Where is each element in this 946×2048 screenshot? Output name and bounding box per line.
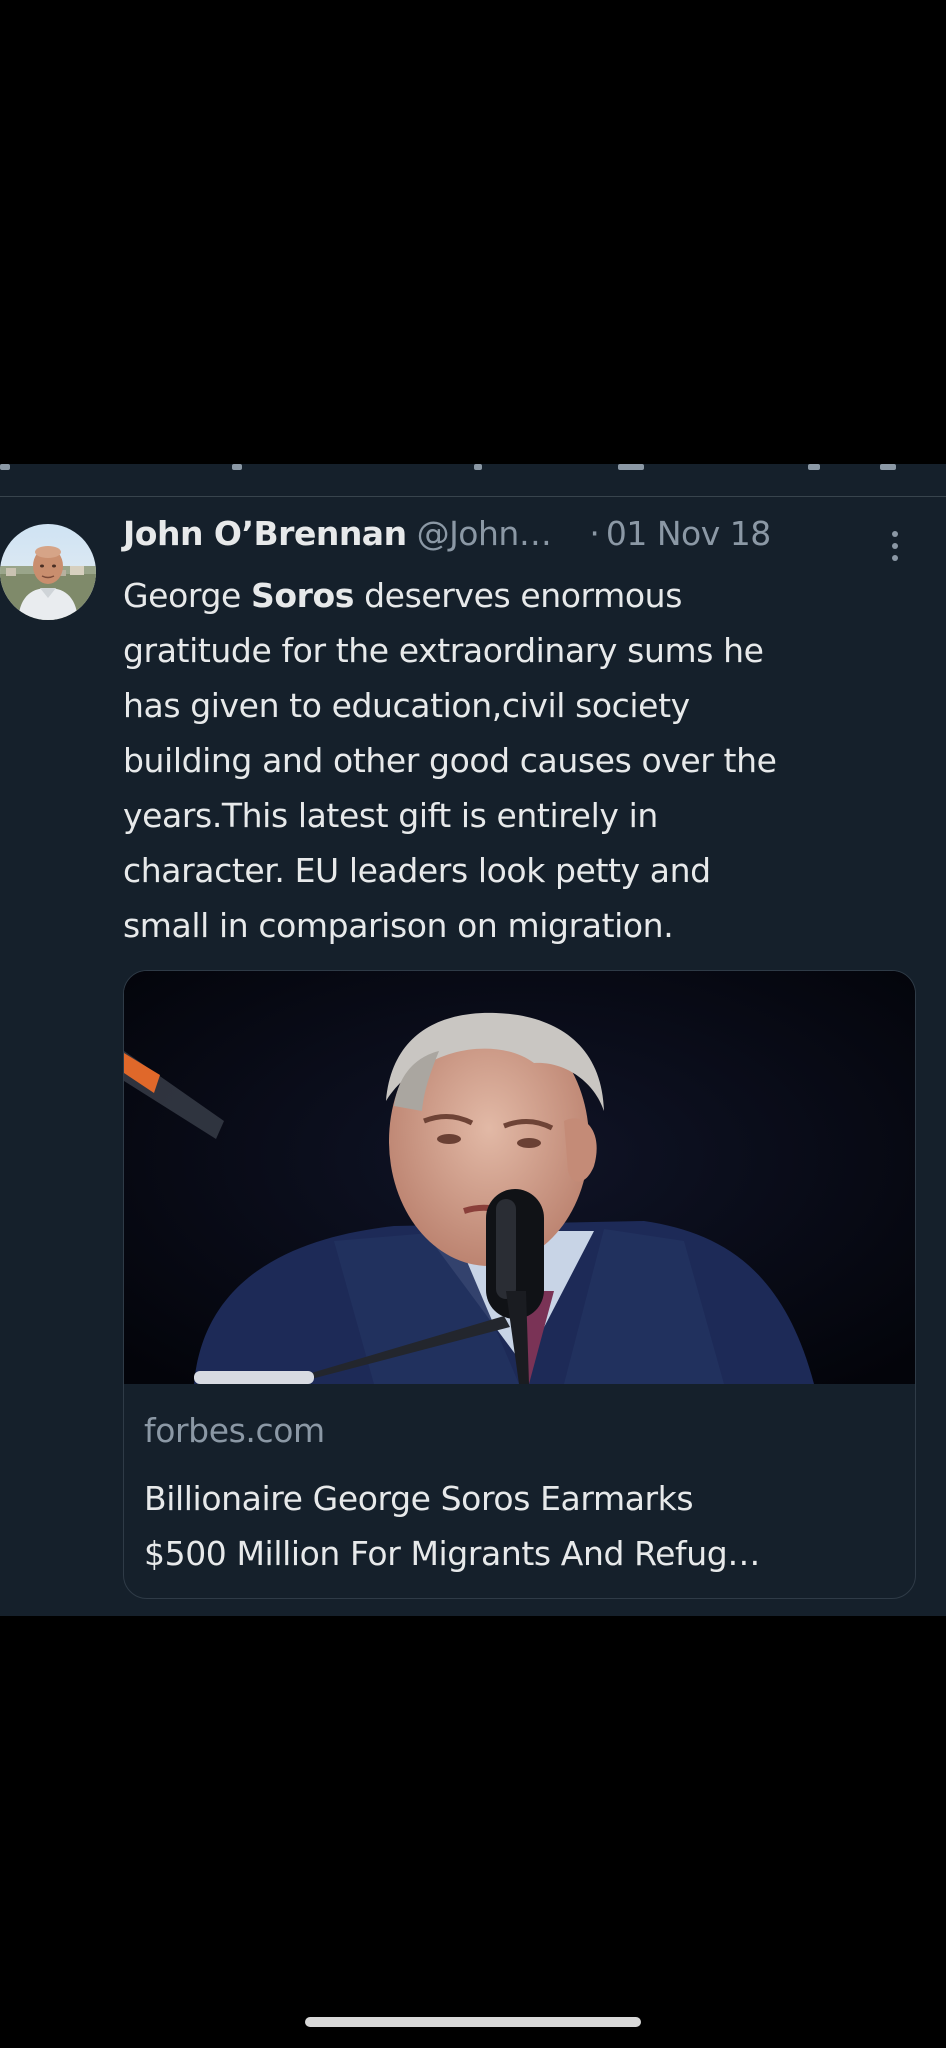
author-handle[interactable]: @John… — [417, 514, 552, 553]
author-avatar[interactable] — [0, 524, 96, 620]
tweet-text-line: has given to education,civil society — [123, 686, 690, 725]
cut-off-previous-content — [0, 464, 946, 496]
tweet-text: George Soros deserves enormous gratitude… — [123, 568, 923, 953]
more-vertical-icon[interactable] — [880, 526, 910, 566]
tweet-panel: John O’Brennan @John… · 01 Nov 18 George… — [0, 464, 946, 1616]
tweet-header: John O’Brennan @John… · 01 Nov 18 — [123, 514, 913, 568]
top-black-area — [0, 0, 946, 464]
tweet-date[interactable]: 01 Nov 18 — [606, 514, 771, 553]
header-separator: · — [589, 514, 600, 553]
tweet-text-line: character. EU leaders look petty and — [123, 851, 711, 890]
link-preview-image[interactable] — [124, 971, 915, 1384]
tweet-text-line: years.This latest gift is entirely in — [123, 796, 658, 835]
link-preview-card[interactable]: forbes.com Billionaire George Soros Earm… — [123, 970, 916, 1599]
link-domain: forbes.com — [144, 1411, 325, 1450]
tweet-text-line: building and other good causes over the — [123, 741, 777, 780]
link-title-line: $500 Million For Migrants And Refug… — [144, 1534, 760, 1573]
tweet-text-line: small in comparison on migration. — [123, 906, 674, 945]
author-name[interactable]: John O’Brennan — [123, 514, 407, 553]
highlighted-term: Soros — [251, 576, 355, 615]
tweet-text-line: George Soros deserves enormous — [123, 576, 682, 615]
tweet-divider — [0, 496, 946, 497]
link-title-line: Billionaire George Soros Earmarks — [144, 1479, 694, 1518]
home-indicator[interactable] — [305, 2017, 641, 2027]
avatar-photo — [0, 524, 96, 620]
link-title: Billionaire George Soros Earmarks $500 M… — [144, 1471, 904, 1581]
tweet-text-line: gratitude for the extraordinary sums he — [123, 631, 764, 670]
